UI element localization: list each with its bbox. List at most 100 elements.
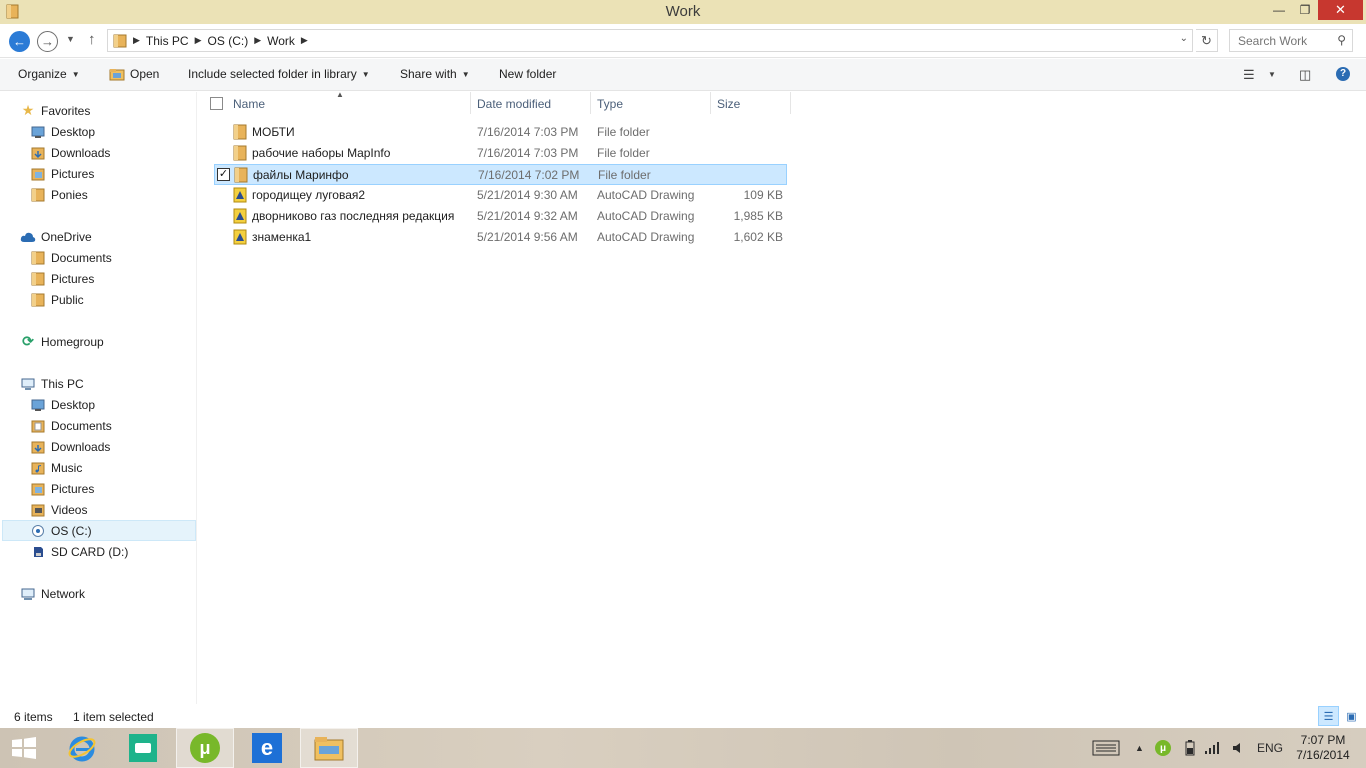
- nav-favorites-ponies[interactable]: Ponies: [30, 184, 88, 205]
- chevron-down-icon[interactable]: ⌄: [1180, 33, 1188, 44]
- breadcrumb-this-pc[interactable]: This PC: [146, 34, 189, 48]
- view-options-caret-icon[interactable]: ▼: [1268, 70, 1276, 79]
- hard-drive-icon: [30, 523, 46, 539]
- nav-onedrive-public[interactable]: Public: [30, 289, 84, 310]
- maximize-button[interactable]: ❐: [1292, 0, 1318, 20]
- nav-thispc-desktop[interactable]: Desktop: [30, 394, 95, 415]
- file-row[interactable]: МОБТИ 7/16/2014 7:03 PM File folder: [214, 122, 787, 143]
- up-button[interactable]: ↑: [88, 31, 96, 48]
- refresh-button[interactable]: ↻: [1196, 29, 1218, 52]
- file-row[interactable]: знаменка1 5/21/2014 9:56 AM AutoCAD Draw…: [214, 227, 787, 248]
- touch-keyboard-icon[interactable]: [1092, 728, 1120, 768]
- preview-pane-icon[interactable]: ◫: [1299, 67, 1311, 83]
- chevron-right-icon[interactable]: ▶: [301, 35, 308, 46]
- wifi-signal-icon[interactable]: [1204, 728, 1220, 768]
- clock[interactable]: 7:07 PM 7/16/2014: [1290, 733, 1356, 763]
- documents-folder-icon: [30, 418, 46, 434]
- search-icon[interactable]: ⚲: [1337, 33, 1346, 47]
- help-icon[interactable]: ?: [1336, 67, 1350, 81]
- downloads-folder-icon: [30, 439, 46, 455]
- chevron-right-icon[interactable]: ▶: [254, 35, 261, 46]
- ie-metro-icon[interactable]: e: [238, 728, 296, 768]
- file-explorer-icon[interactable]: [300, 728, 358, 768]
- battery-icon[interactable]: [1185, 728, 1195, 768]
- nav-thispc-downloads[interactable]: Downloads: [30, 436, 110, 457]
- nav-label: Network: [41, 586, 86, 601]
- utorrent-icon[interactable]: μ: [176, 728, 234, 768]
- file-row[interactable]: дворниково газ последняя редакция 5/21/2…: [214, 206, 787, 227]
- chevron-right-icon[interactable]: ▶: [195, 35, 202, 46]
- nav-label: Desktop: [51, 397, 96, 412]
- nav-favorites[interactable]: ★ Favorites: [20, 100, 91, 121]
- folder-icon: [233, 145, 247, 161]
- nav-label: Documents: [51, 418, 112, 433]
- file-type: AutoCAD Drawing: [597, 209, 695, 223]
- nav-favorites-pictures[interactable]: Pictures: [30, 163, 94, 184]
- breadcrumb-os-c[interactable]: OS (C:): [208, 34, 249, 48]
- forward-button[interactable]: →: [37, 31, 58, 52]
- recent-locations-button[interactable]: ▼: [66, 34, 75, 44]
- nav-onedrive[interactable]: OneDrive: [20, 226, 92, 247]
- open-button[interactable]: Open: [109, 67, 159, 81]
- column-divider[interactable]: [590, 92, 591, 114]
- address-box[interactable]: ▶ This PC ▶ OS (C:) ▶ Work ▶ ⌄: [107, 29, 1193, 52]
- column-header-size[interactable]: Size: [717, 92, 740, 116]
- volume-icon[interactable]: [1231, 728, 1245, 768]
- file-date: 7/16/2014 7:03 PM: [477, 125, 579, 139]
- close-button[interactable]: ✕: [1318, 0, 1363, 20]
- nav-thispc-videos[interactable]: Videos: [30, 499, 87, 520]
- share-with-button[interactable]: Share with ▼: [400, 67, 470, 81]
- nav-network[interactable]: Network: [20, 583, 85, 604]
- file-list: ▲ Name Date modified Type Size МОБТИ 7/1…: [198, 90, 1366, 704]
- address-bar-row: ← → ▼ ↑ ▶ This PC ▶ OS (C:) ▶ Work ▶ ⌄ ↻…: [0, 24, 1366, 58]
- minimize-button[interactable]: —: [1266, 0, 1292, 20]
- file-row[interactable]: городищеу луговая2 5/21/2014 9:30 AM Aut…: [214, 185, 787, 206]
- column-divider[interactable]: [470, 92, 471, 114]
- nav-this-pc[interactable]: This PC: [20, 373, 84, 394]
- search-box[interactable]: ⚲: [1229, 29, 1353, 52]
- nav-favorites-downloads[interactable]: Downloads: [30, 142, 110, 163]
- column-divider[interactable]: [790, 92, 791, 114]
- nav-thispc-sd-card[interactable]: SD CARD (D:): [30, 541, 128, 562]
- internet-explorer-icon[interactable]: [53, 728, 111, 768]
- evernote-icon[interactable]: [114, 728, 172, 768]
- nav-onedrive-pictures[interactable]: Pictures: [30, 268, 94, 289]
- organize-button[interactable]: Organize ▼: [18, 67, 80, 81]
- large-icons-view-icon[interactable]: ▣: [1341, 706, 1362, 726]
- language-indicator[interactable]: ENG: [1257, 728, 1283, 768]
- desktop-icon: [30, 124, 46, 140]
- nav-homegroup[interactable]: ⟳ Homegroup: [20, 331, 104, 352]
- new-folder-button[interactable]: New folder: [499, 67, 556, 81]
- back-button[interactable]: ←: [9, 31, 30, 52]
- row-checkbox[interactable]: ✓: [217, 168, 230, 181]
- include-library-button[interactable]: Include selected folder in library ▼: [188, 67, 370, 81]
- breadcrumb-work[interactable]: Work: [267, 34, 295, 48]
- include-library-label: Include selected folder in library: [188, 67, 357, 81]
- column-header-name[interactable]: Name: [233, 92, 265, 116]
- search-input[interactable]: [1238, 33, 1334, 48]
- change-view-icon[interactable]: ☰: [1243, 67, 1255, 83]
- details-view-icon[interactable]: ☰: [1318, 706, 1339, 726]
- organize-label: Organize: [18, 67, 67, 81]
- nav-thispc-documents[interactable]: Documents: [30, 415, 112, 436]
- clock-time: 7:07 PM: [1300, 733, 1346, 747]
- nav-onedrive-documents[interactable]: Documents: [30, 247, 112, 268]
- nav-label: Downloads: [51, 439, 111, 454]
- windows-start-icon[interactable]: [10, 736, 38, 760]
- utorrent-tray-icon[interactable]: μ: [1155, 728, 1171, 768]
- column-divider[interactable]: [710, 92, 711, 114]
- select-all-checkbox[interactable]: [210, 97, 223, 110]
- show-hidden-icons-icon[interactable]: ▲: [1135, 728, 1144, 768]
- file-row[interactable]: рабочие наборы MapInfo 7/16/2014 7:03 PM…: [214, 143, 787, 164]
- homegroup-icon: ⟳: [22, 333, 34, 349]
- nav-favorites-desktop[interactable]: Desktop: [30, 121, 95, 142]
- file-name: городищеу луговая2: [252, 188, 366, 202]
- column-header-type[interactable]: Type: [597, 92, 623, 116]
- file-row[interactable]: ✓ файлы Маринфо 7/16/2014 7:02 PM File f…: [214, 164, 787, 185]
- nav-label: OneDrive: [41, 229, 92, 244]
- column-header-date-modified[interactable]: Date modified: [477, 92, 551, 116]
- nav-thispc-pictures[interactable]: Pictures: [30, 478, 94, 499]
- folder-icon: [234, 167, 248, 183]
- nav-thispc-os-c[interactable]: OS (C:): [2, 520, 196, 541]
- nav-thispc-music[interactable]: Music: [30, 457, 82, 478]
